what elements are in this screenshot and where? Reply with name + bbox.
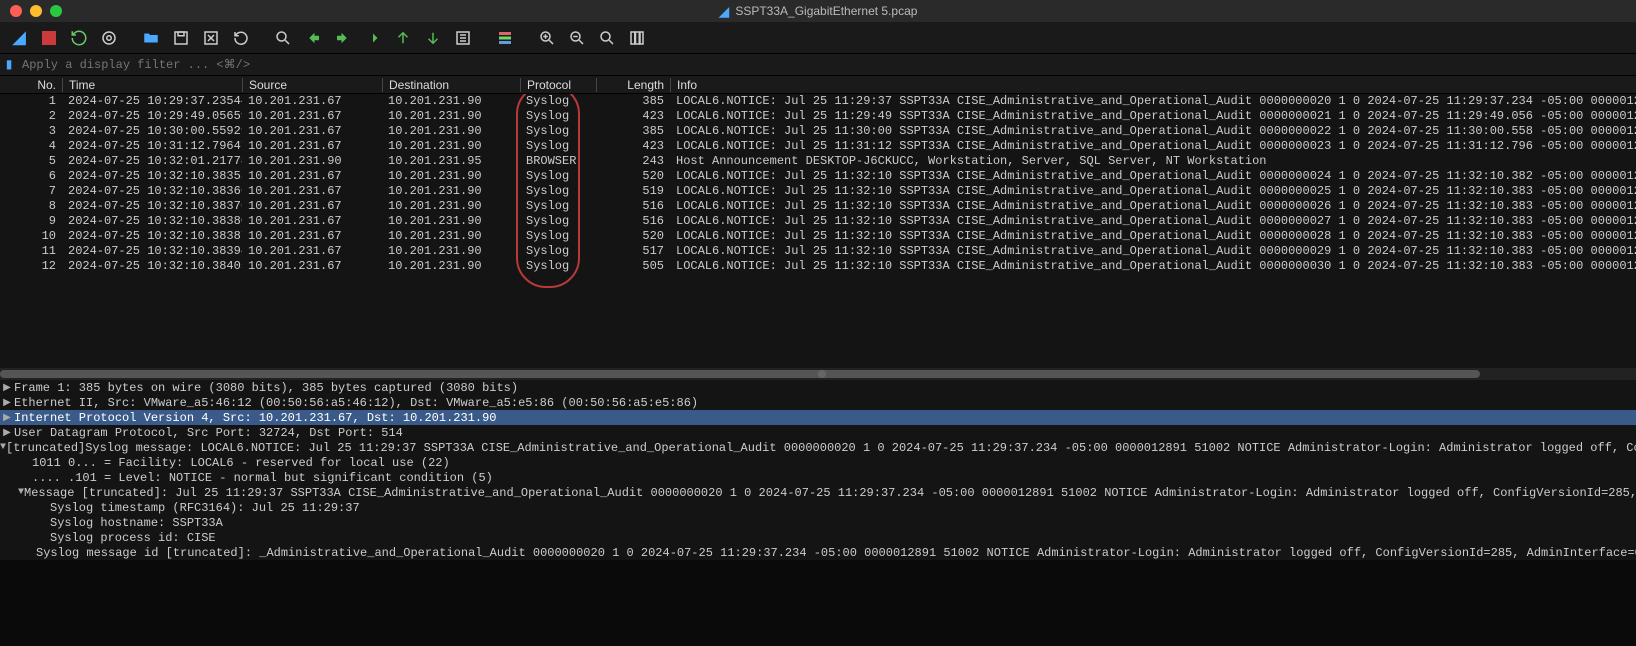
- column-protocol[interactable]: Protocol: [520, 78, 596, 92]
- packet-row[interactable]: 12024-07-25 10:29:37.23544110.201.231.67…: [0, 94, 1636, 109]
- start-capture-button[interactable]: ◢: [6, 25, 32, 51]
- display-filter-bar: ▮: [0, 54, 1636, 76]
- detail-ethernet[interactable]: Ethernet II, Src: VMware_a5:46:12 (00:50…: [14, 396, 698, 410]
- expander-icon[interactable]: ▶: [0, 397, 14, 409]
- resize-columns-button[interactable]: [624, 25, 650, 51]
- packet-row[interactable]: 102024-07-25 10:32:10.38387810.201.231.6…: [0, 229, 1636, 244]
- filter-bookmark-icon[interactable]: ▮: [0, 57, 18, 72]
- detail-syslog-hostname[interactable]: Syslog hostname: SSPT33A: [50, 516, 223, 530]
- detail-syslog[interactable]: [truncated]Syslog message: LOCAL6.NOTICE…: [6, 441, 1636, 455]
- open-file-button[interactable]: [138, 25, 164, 51]
- go-first-button[interactable]: [390, 25, 416, 51]
- detail-facility[interactable]: 1011 0... = Facility: LOCAL6 - reserved …: [32, 456, 450, 470]
- packet-row[interactable]: 82024-07-25 10:32:10.38376010.201.231.67…: [0, 199, 1636, 214]
- stop-capture-button[interactable]: [36, 25, 62, 51]
- detail-message[interactable]: Message [truncated]: Jul 25 11:29:37 SSP…: [24, 486, 1636, 500]
- go-forward-button[interactable]: [330, 25, 356, 51]
- zoom-in-button[interactable]: [534, 25, 560, 51]
- pane-resize-handle[interactable]: [818, 370, 826, 378]
- detail-level[interactable]: .... .101 = Level: NOTICE - normal but s…: [32, 471, 493, 485]
- packet-list-scrollbar[interactable]: [0, 368, 1636, 380]
- save-file-button[interactable]: [168, 25, 194, 51]
- minimize-window-button[interactable]: [30, 5, 42, 17]
- expander-icon[interactable]: ▶: [0, 412, 14, 424]
- reload-file-button[interactable]: [228, 25, 254, 51]
- detail-syslog-timestamp[interactable]: Syslog timestamp (RFC3164): Jul 25 11:29…: [50, 501, 360, 515]
- packet-details-pane[interactable]: ▶Frame 1: 385 bytes on wire (3080 bits),…: [0, 380, 1636, 560]
- main-toolbar: ◢: [0, 22, 1636, 54]
- restart-capture-button[interactable]: [66, 25, 92, 51]
- auto-scroll-button[interactable]: [450, 25, 476, 51]
- packet-row[interactable]: 62024-07-25 10:32:10.38353010.201.231.67…: [0, 169, 1636, 184]
- expander-icon[interactable]: ▶: [0, 427, 14, 439]
- packet-row[interactable]: 42024-07-25 10:31:12.79647310.201.231.67…: [0, 139, 1636, 154]
- packet-row[interactable]: 52024-07-25 10:32:01.21778010.201.231.90…: [0, 154, 1636, 169]
- column-length[interactable]: Length: [596, 78, 670, 92]
- window-title: SSPT33A_GigabitEthernet 5.pcap: [735, 4, 917, 18]
- close-window-button[interactable]: [10, 5, 22, 17]
- zoom-reset-button[interactable]: [594, 25, 620, 51]
- detail-udp[interactable]: User Datagram Protocol, Src Port: 32724,…: [14, 426, 403, 440]
- scrollbar-thumb[interactable]: [0, 370, 1480, 378]
- column-time[interactable]: Time: [62, 78, 242, 92]
- empty-area: [0, 560, 1636, 646]
- expander-icon[interactable]: ▶: [0, 382, 14, 394]
- packet-row[interactable]: 122024-07-25 10:32:10.38405310.201.231.6…: [0, 259, 1636, 274]
- column-destination[interactable]: Destination: [382, 78, 520, 92]
- zoom-out-button[interactable]: [564, 25, 590, 51]
- packet-list[interactable]: 12024-07-25 10:29:37.23544110.201.231.67…: [0, 94, 1636, 368]
- column-source[interactable]: Source: [242, 78, 382, 92]
- go-last-button[interactable]: [420, 25, 446, 51]
- display-filter-input[interactable]: [18, 56, 1636, 74]
- colorize-button[interactable]: [492, 25, 518, 51]
- maximize-window-button[interactable]: [50, 5, 62, 17]
- column-info[interactable]: Info: [670, 78, 1636, 92]
- find-packet-button[interactable]: [270, 25, 296, 51]
- detail-frame[interactable]: Frame 1: 385 bytes on wire (3080 bits), …: [14, 381, 518, 395]
- close-file-button[interactable]: [198, 25, 224, 51]
- packet-row[interactable]: 92024-07-25 10:32:10.38380710.201.231.67…: [0, 214, 1636, 229]
- wireshark-fin-icon: ◢: [719, 3, 730, 20]
- capture-options-button[interactable]: [96, 25, 122, 51]
- detail-syslog-msgid[interactable]: Syslog message id [truncated]: _Administ…: [36, 546, 1636, 560]
- go-back-button[interactable]: [300, 25, 326, 51]
- go-to-packet-button[interactable]: [360, 25, 386, 51]
- packet-row[interactable]: 32024-07-25 10:30:00.55929310.201.231.67…: [0, 124, 1636, 139]
- packet-row[interactable]: 112024-07-25 10:32:10.38394510.201.231.6…: [0, 244, 1636, 259]
- detail-ip[interactable]: Internet Protocol Version 4, Src: 10.201…: [14, 411, 496, 425]
- packet-row[interactable]: 22024-07-25 10:29:49.05659410.201.231.67…: [0, 109, 1636, 124]
- packet-row[interactable]: 72024-07-25 10:32:10.38366810.201.231.67…: [0, 184, 1636, 199]
- titlebar: ◢ SSPT33A_GigabitEthernet 5.pcap: [0, 0, 1636, 22]
- detail-syslog-pid[interactable]: Syslog process id: CISE: [50, 531, 216, 545]
- packet-list-header: No. Time Source Destination Protocol Len…: [0, 76, 1636, 94]
- column-no[interactable]: No.: [0, 78, 62, 92]
